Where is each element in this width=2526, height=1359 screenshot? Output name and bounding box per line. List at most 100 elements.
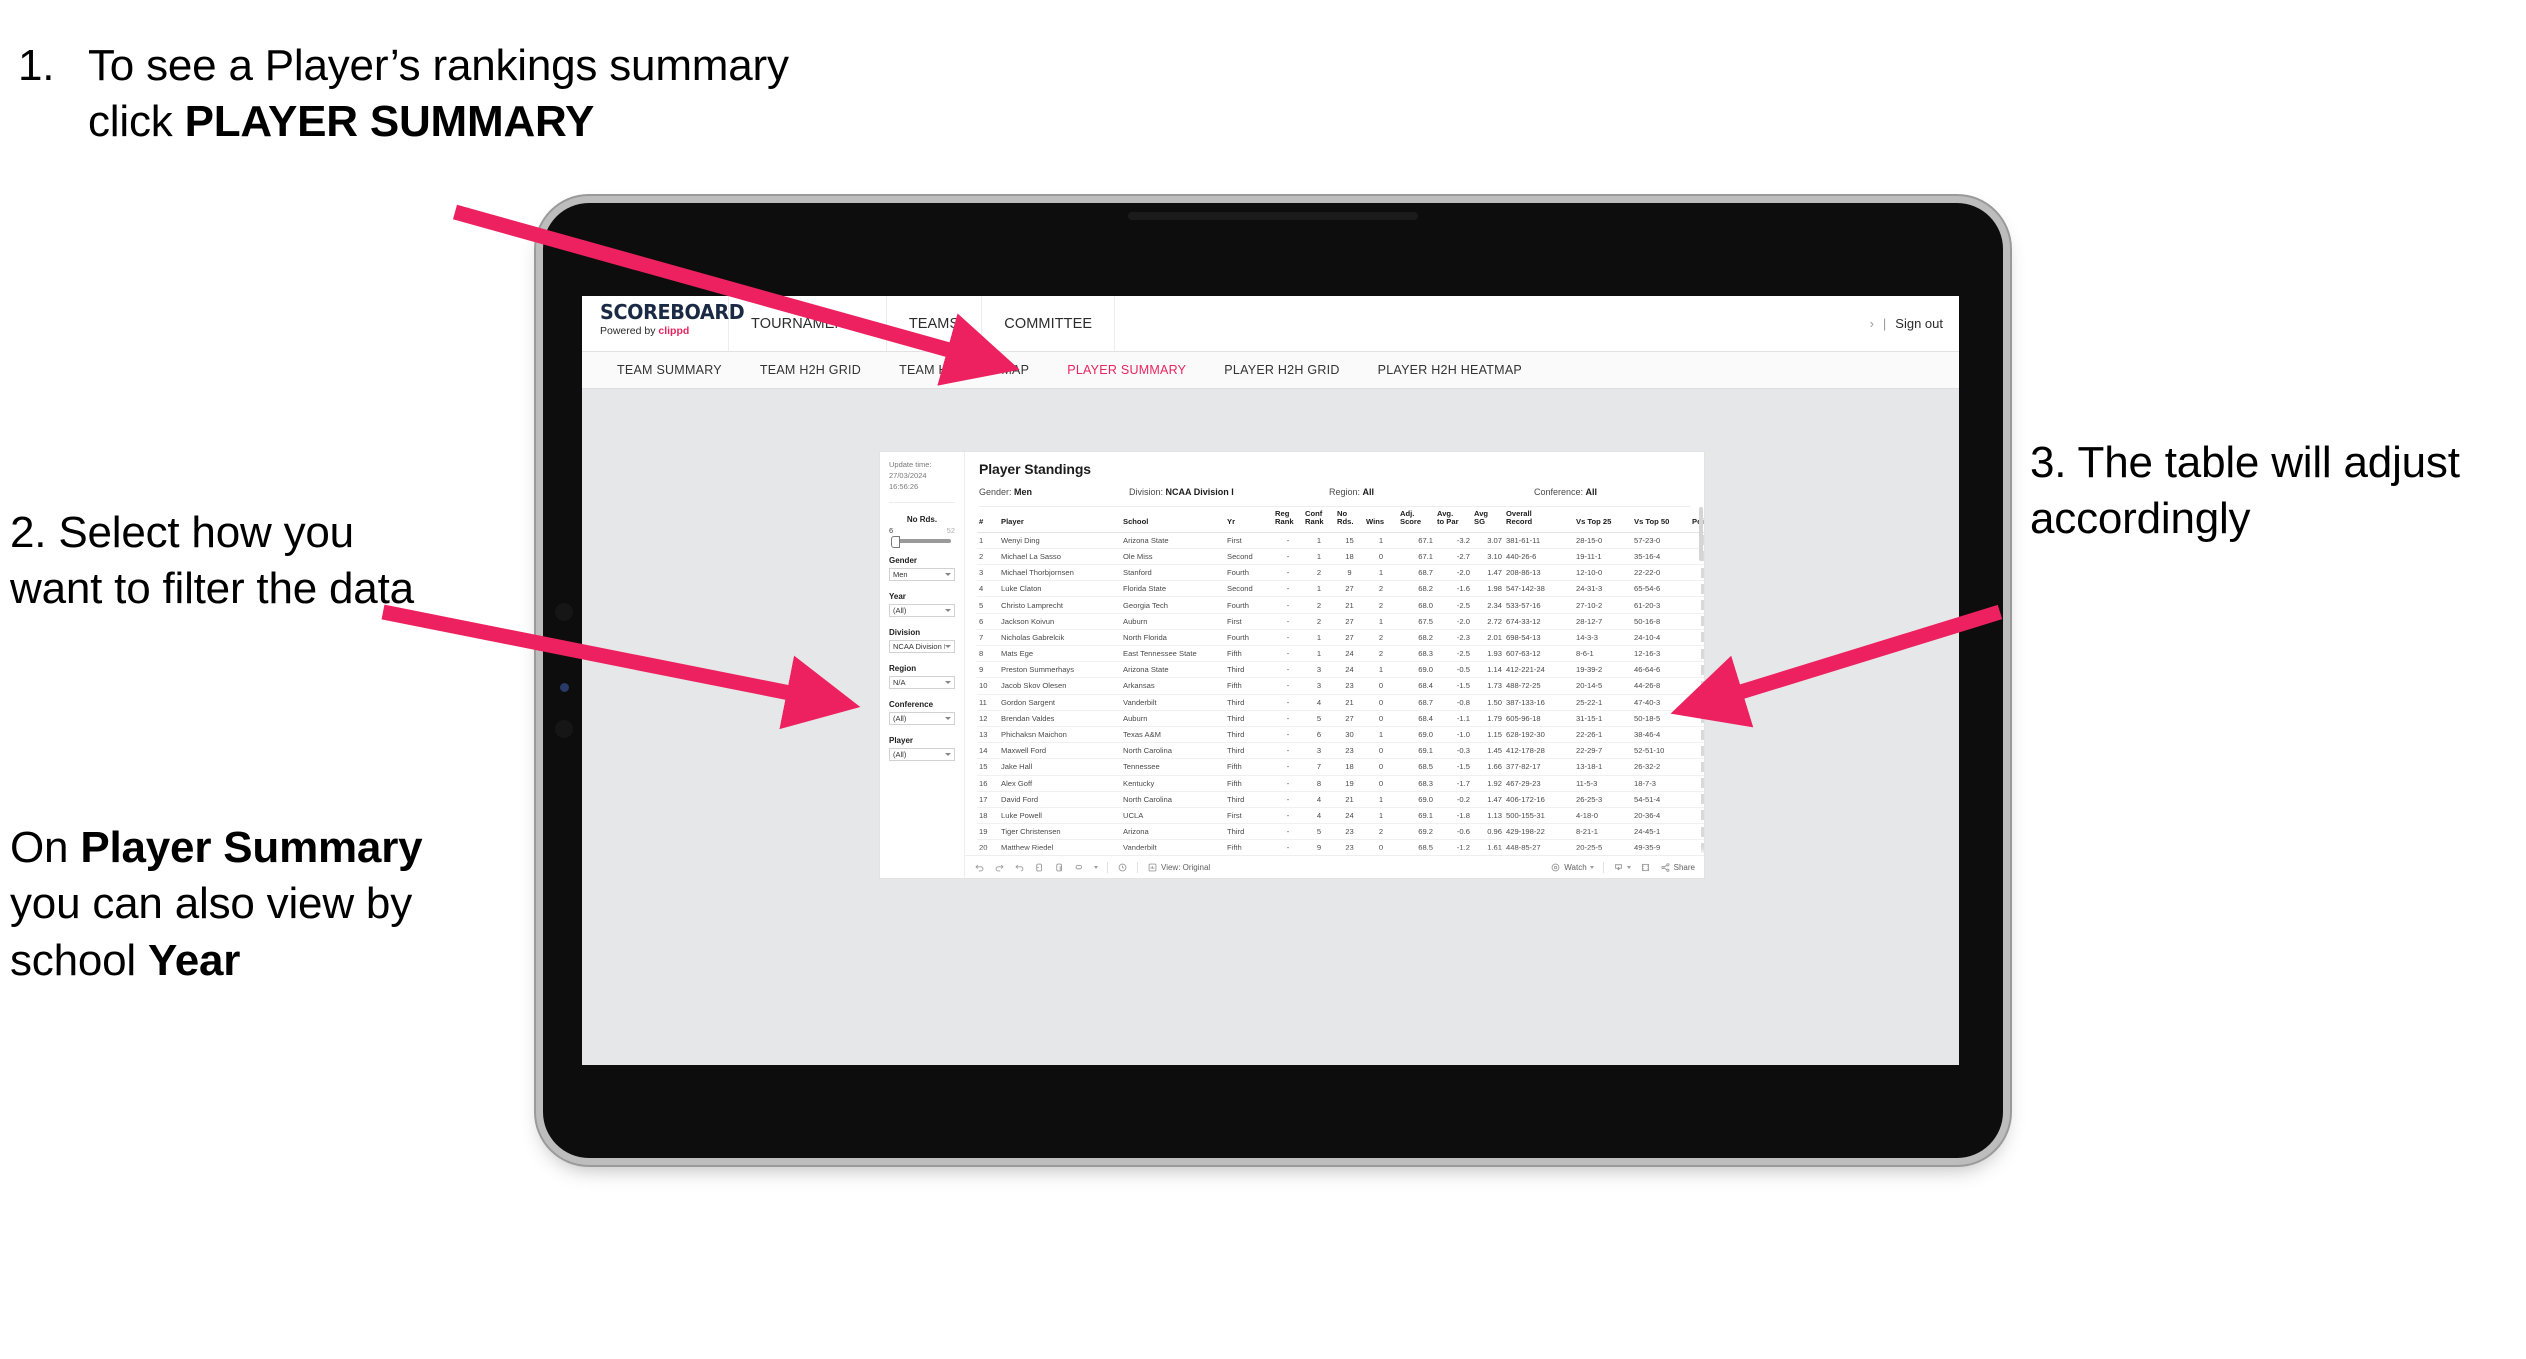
filter-region-select[interactable]: N/A xyxy=(889,675,955,689)
table-cell: Third xyxy=(1225,742,1273,760)
table-cell: 2.72 xyxy=(1472,613,1504,630)
table-cell: 412-221-24 xyxy=(1504,661,1574,679)
column-header[interactable]: Adj. Score xyxy=(1398,507,1435,533)
table-cell: - xyxy=(1273,645,1303,663)
column-header[interactable]: Wins xyxy=(1364,507,1398,533)
column-header[interactable]: No Rds. xyxy=(1335,507,1364,533)
table-scrollbar[interactable] xyxy=(1699,507,1703,561)
download-button[interactable] xyxy=(1613,862,1631,873)
table-cell: 1.45 xyxy=(1472,742,1504,760)
slider-track[interactable] xyxy=(891,535,951,548)
table-row[interactable]: 10 Jacob Skov Olesen Arkansas Fifth -3 23 0 68.… xyxy=(977,677,1704,695)
table-row[interactable]: 4 Luke Claton Florida State Second -1 27 2 68.2… xyxy=(977,580,1704,598)
table-row[interactable]: 15 Jake Hall Tennessee Fifth -7 18 0 68.5 -1.5 1.… xyxy=(977,758,1704,776)
table-cell: 1 xyxy=(1364,791,1398,808)
filter-year-select[interactable]: (All) xyxy=(889,603,955,617)
column-header[interactable]: Yr xyxy=(1225,507,1273,533)
table-row[interactable]: 12 Brendan Valdes Auburn Third -5 27 0 68.4 -1.1… xyxy=(977,710,1704,727)
player-standings-card: Update time: 27/03/2024 16:56:26 No Rds.… xyxy=(880,452,1704,878)
table-row[interactable]: 18 Luke Powell UCLA First -4 24 1 69.1 -1.8 1.13 5… xyxy=(977,807,1704,825)
column-header[interactable]: Avg SG xyxy=(1472,507,1504,533)
tab-player-summary[interactable]: PLAYER SUMMARY xyxy=(1048,352,1205,388)
table-row[interactable]: 2 Michael La Sasso Ole Miss Second -1 18 0 67.1… xyxy=(977,548,1704,566)
table-cell: UCLA xyxy=(1121,807,1225,825)
table-row[interactable]: 7 Nicholas Gabrelcik North Florida Fourth -1… xyxy=(977,629,1704,647)
table-cell: Second xyxy=(1225,548,1273,566)
nav-item-committee[interactable]: COMMITTEE xyxy=(982,296,1116,351)
table-row[interactable]: 14 Maxwell Ford North Carolina Third -3 23 0 69… xyxy=(977,742,1704,760)
standings-table-wrap[interactable]: # Player School Yr Reg Rank Conf Rank No Rds. Wins… xyxy=(965,507,1704,855)
table-cell: - xyxy=(1273,791,1303,808)
table-row[interactable]: 3 Michael Thorbjornsen Stanford Fourth -2 9 1 6… xyxy=(977,564,1704,582)
update-time-value: 27/03/2024 16:56:26 xyxy=(889,470,927,491)
history-icon[interactable] xyxy=(1117,862,1128,873)
slider-handle[interactable] xyxy=(891,535,900,548)
annotation-3-bold-1: Player Summary xyxy=(80,823,423,872)
column-header[interactable]: # xyxy=(977,507,999,533)
table-cell: - xyxy=(1273,823,1303,841)
filter-conference-select[interactable]: (All) xyxy=(889,711,955,725)
brand-logo[interactable]: SCOREBOARD Powered by clippd xyxy=(582,296,745,351)
undo-icon[interactable] xyxy=(974,862,985,873)
view-original-button[interactable]: View: Original xyxy=(1147,862,1210,873)
tab-player-h2h-heatmap[interactable]: PLAYER H2H HEATMAP xyxy=(1359,352,1541,388)
brand-powered-by: Powered by clippd xyxy=(600,325,728,337)
table-row[interactable]: 6 Jackson Koivun Auburn First -2 27 1 67.5 -2.0 2… xyxy=(977,613,1704,630)
filter-division-select[interactable]: NCAA Division I xyxy=(889,639,955,653)
refresh-icon[interactable] xyxy=(1034,862,1045,873)
pause-updates-icon[interactable] xyxy=(1054,862,1065,873)
redo-icon[interactable] xyxy=(994,862,1005,873)
column-header[interactable]: School xyxy=(1121,507,1225,533)
column-header[interactable]: Vs Top 25 xyxy=(1574,507,1632,533)
sign-out-link[interactable]: Sign out xyxy=(1895,316,1943,331)
column-header[interactable]: Conf Rank xyxy=(1303,507,1335,533)
view-icon xyxy=(1147,862,1158,873)
column-header[interactable]: Avg. to Par xyxy=(1435,507,1472,533)
tab-player-h2h-grid[interactable]: PLAYER H2H GRID xyxy=(1205,352,1358,388)
table-row[interactable]: 5 Christo Lamprecht Georgia Tech Fourth -2 21… xyxy=(977,596,1704,614)
column-header[interactable]: Vs Top 50 xyxy=(1632,507,1690,533)
table-row[interactable]: 11 Gordon Sargent Vanderbilt Third -4 21 0 68.7… xyxy=(977,694,1704,711)
tab-team-h2h-heatmap[interactable]: TEAM H2H HEATMAP xyxy=(880,352,1048,388)
table-row[interactable]: 9 Preston Summerhays Arizona State Third -3 2… xyxy=(977,661,1704,679)
table-row[interactable]: 13 Phichaksn Maichon Texas A&M Third -6 30 1 69… xyxy=(977,726,1704,744)
table-cell: 43.95 xyxy=(1690,710,1704,727)
table-cell: 68.7 xyxy=(1398,564,1435,582)
table-row[interactable]: 1 Wenyi Ding Arizona State First -1 15 1 67.1 -3… xyxy=(977,532,1704,549)
fullscreen-icon[interactable] xyxy=(1640,862,1651,873)
filter-gender-select[interactable]: Men xyxy=(889,567,955,581)
table-cell: 674-33-12 xyxy=(1504,613,1574,630)
table-row[interactable]: 19 Tiger Christensen Arizona Third -5 23 2 69.2… xyxy=(977,823,1704,841)
table-cell: 10 xyxy=(977,677,999,695)
filter-player-select[interactable]: (All) xyxy=(889,747,955,761)
table-cell: Nicholas Gabrelcik xyxy=(999,629,1121,647)
column-header[interactable]: Overall Record xyxy=(1504,507,1574,533)
filter-icon[interactable] xyxy=(1074,862,1085,873)
tab-team-h2h-grid[interactable]: TEAM H2H GRID xyxy=(741,352,880,388)
table-row[interactable]: 17 David Ford North Carolina Third -4 21 1 69.0… xyxy=(977,791,1704,808)
tab-team-summary[interactable]: TEAM SUMMARY xyxy=(598,352,741,388)
share-button[interactable]: Share xyxy=(1660,862,1695,873)
table-row[interactable]: 16 Alex Goff Kentucky Fifth -8 19 0 68.3 -1.7 1.9… xyxy=(977,775,1704,792)
table-cell: Fourth xyxy=(1225,564,1273,582)
filter-conference-value: (All) xyxy=(893,713,907,723)
table-cell: 23 xyxy=(1335,742,1364,760)
nav-item-teams[interactable]: TEAMS xyxy=(887,296,983,351)
column-header[interactable]: Reg Rank xyxy=(1273,507,1303,533)
summary-region: Region: All xyxy=(1329,487,1534,497)
user-menu-icon[interactable]: › xyxy=(1870,316,1874,331)
revert-icon[interactable] xyxy=(1014,862,1025,873)
no-rounds-slider[interactable]: No Rds. 6 52 xyxy=(889,515,955,548)
watch-button[interactable]: Watch xyxy=(1550,862,1594,873)
chevron-down-icon xyxy=(945,680,951,684)
chevron-down-icon[interactable] xyxy=(1094,865,1098,869)
table-cell: 1.47 xyxy=(1472,791,1504,808)
brand-logo-text: SCOREBOARD xyxy=(600,300,745,324)
table-cell: 3 xyxy=(1303,677,1335,695)
column-header[interactable]: Player xyxy=(999,507,1121,533)
nav-item-tournaments[interactable]: TOURNAMENTS xyxy=(729,296,887,351)
table-row[interactable]: 8 Mats Ege East Tennessee State Fifth -1 24 2 6… xyxy=(977,645,1704,663)
table-cell: 4 xyxy=(1303,791,1335,808)
table-cell: 26-32-2 xyxy=(1632,758,1690,776)
table-cell: 28-12-7 xyxy=(1574,613,1632,630)
